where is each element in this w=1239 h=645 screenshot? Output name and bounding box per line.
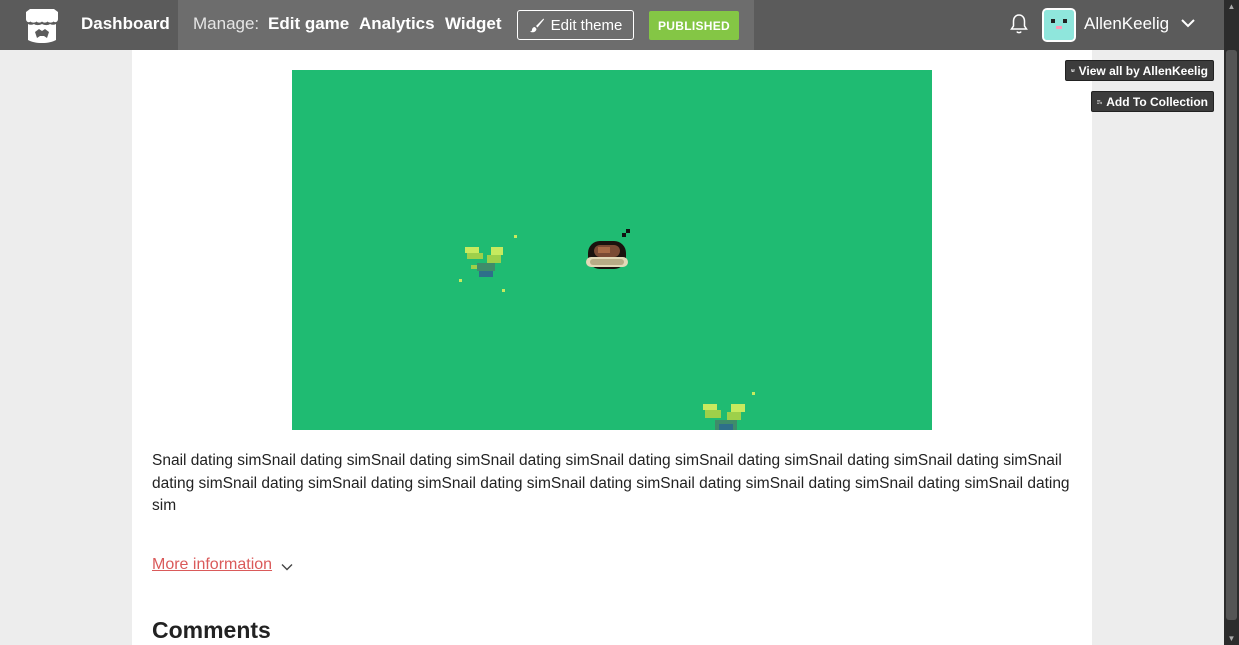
game-screenshot xyxy=(292,70,932,430)
scrollbar[interactable]: ▲ ▼ xyxy=(1224,0,1239,645)
scroll-thumb[interactable] xyxy=(1226,50,1237,620)
edit-theme-label: Edit theme xyxy=(550,16,623,34)
scroll-up-arrow[interactable]: ▲ xyxy=(1227,2,1236,11)
more-information-link[interactable]: More information xyxy=(152,556,272,574)
widget-link[interactable]: Widget xyxy=(445,14,502,34)
add-to-collection-button[interactable]: Add To Collection xyxy=(1091,91,1214,112)
add-list-icon xyxy=(1097,99,1103,104)
username[interactable]: AllenKeelig xyxy=(1084,14,1169,34)
chevron-down-icon[interactable] xyxy=(1180,16,1196,30)
dashboard-link[interactable]: Dashboard xyxy=(81,14,170,34)
chevron-down-icon[interactable] xyxy=(281,563,293,571)
scroll-down-arrow[interactable]: ▼ xyxy=(1227,634,1236,643)
avatar[interactable] xyxy=(1042,8,1076,42)
published-status-button[interactable]: PUBLISHED xyxy=(649,11,739,40)
view-all-label: View all by AllenKeelig xyxy=(1078,63,1208,78)
itchio-logo-icon[interactable] xyxy=(22,8,62,44)
itchio-store-icon xyxy=(1071,69,1075,72)
game-description: Snail dating simSnail dating simSnail da… xyxy=(152,452,1070,514)
add-collection-label: Add To Collection xyxy=(1106,94,1208,109)
manage-label: Manage: xyxy=(193,14,260,33)
bell-icon[interactable] xyxy=(1009,13,1029,35)
edit-theme-button[interactable]: Edit theme xyxy=(517,10,634,40)
snail-sprite xyxy=(586,229,630,269)
avatar-face-icon xyxy=(1044,10,1074,40)
paintbrush-icon xyxy=(529,18,544,33)
comments-heading: Comments xyxy=(152,617,271,643)
analytics-link[interactable]: Analytics xyxy=(359,14,435,34)
edit-game-link[interactable]: Edit game xyxy=(268,14,349,34)
plant-sprite xyxy=(459,235,517,292)
plant-sprite xyxy=(703,392,755,430)
view-all-by-author-button[interactable]: View all by AllenKeelig xyxy=(1065,60,1214,81)
